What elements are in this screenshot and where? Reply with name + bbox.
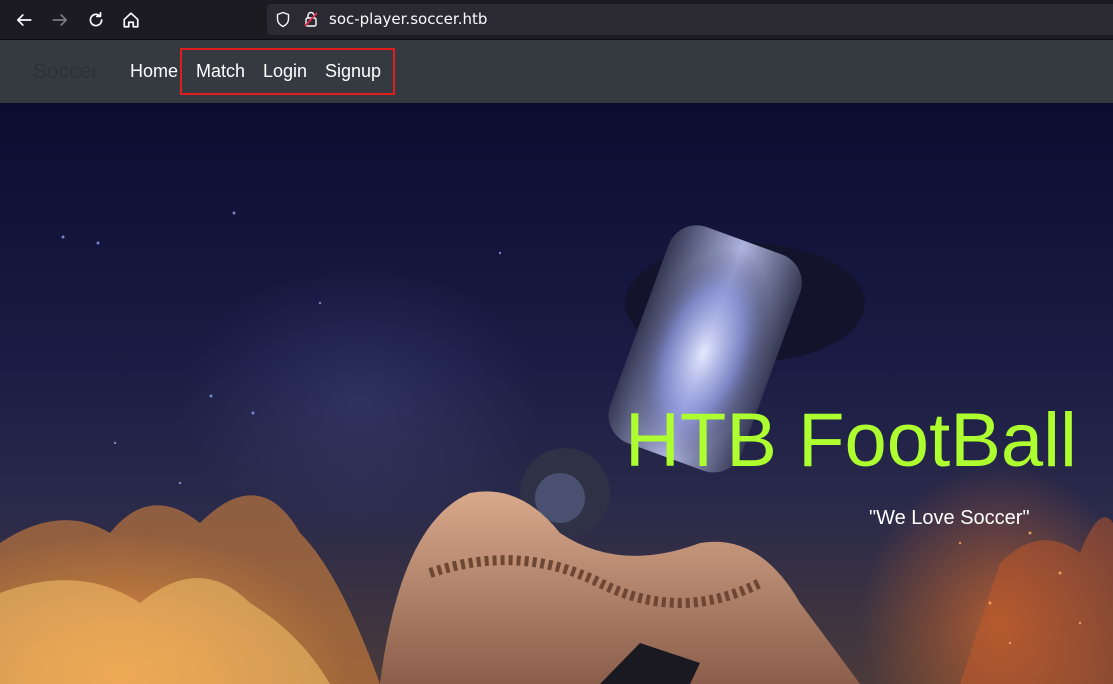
url-text[interactable]: soc-player.soccer.htb [329, 10, 487, 28]
address-bar[interactable]: soc-player.soccer.htb [267, 4, 1113, 35]
site-navbar: Soccer Home Match Login Signup [0, 40, 1113, 103]
highlight-annotation-box [180, 48, 395, 95]
insecure-lock-icon[interactable] [303, 10, 319, 28]
home-icon[interactable] [119, 8, 143, 32]
back-arrow-icon[interactable] [12, 8, 36, 32]
forward-arrow-icon[interactable] [48, 8, 72, 32]
reload-icon[interactable] [84, 8, 108, 32]
browser-toolbar: soc-player.soccer.htb [0, 0, 1113, 40]
hero-subtitle: "We Love Soccer" [869, 507, 1030, 529]
hero-banner: HTB FootBall "We Love Soccer" [0, 103, 1113, 684]
nav-link-home[interactable]: Home [130, 61, 178, 82]
brand-logo-text[interactable]: Soccer [33, 60, 98, 84]
hero-title: HTB FootBall [625, 398, 1077, 483]
tracking-protection-shield-icon[interactable] [275, 11, 291, 28]
hero-background-image [0, 211, 1113, 684]
